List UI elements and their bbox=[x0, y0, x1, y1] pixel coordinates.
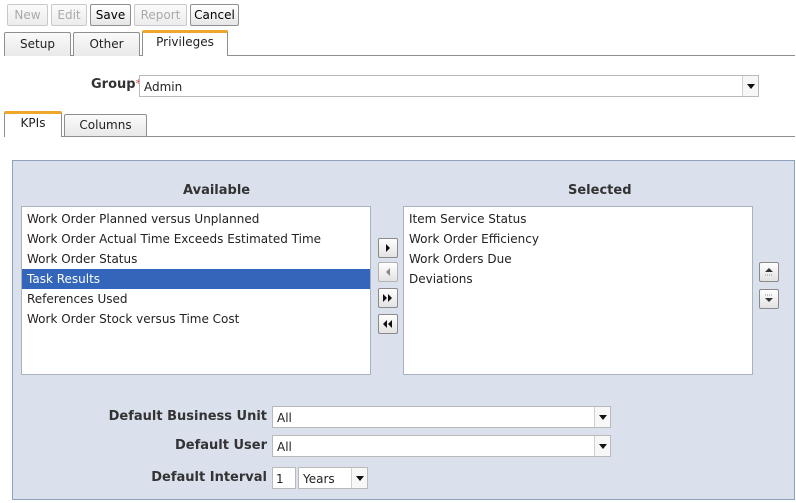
move-left-button[interactable] bbox=[378, 262, 398, 282]
chevron-down-icon[interactable] bbox=[742, 76, 758, 96]
save-button[interactable]: Save bbox=[90, 4, 131, 26]
list-item[interactable]: Item Service Status bbox=[404, 209, 752, 229]
group-select-value: Admin bbox=[144, 80, 183, 94]
interval-number-value: 1 bbox=[276, 472, 284, 486]
selected-title: Selected bbox=[568, 183, 632, 198]
edit-button[interactable]: Edit bbox=[51, 4, 87, 26]
tab-label: Privileges bbox=[156, 35, 214, 49]
list-item[interactable]: Work Order Efficiency bbox=[404, 229, 752, 249]
arrow-up-icon bbox=[765, 268, 773, 276]
new-button[interactable]: New bbox=[7, 4, 48, 26]
arrow-right-icon bbox=[386, 244, 390, 252]
interval-unit-select[interactable]: Years bbox=[298, 467, 368, 489]
default-user-select[interactable]: All bbox=[272, 435, 611, 457]
list-item[interactable]: Work Order Planned versus Unplanned bbox=[22, 209, 370, 229]
group-label: Group* bbox=[91, 77, 141, 92]
chevron-down-icon[interactable] bbox=[594, 436, 610, 456]
tab-label: KPIs bbox=[20, 116, 46, 130]
report-button[interactable]: Report bbox=[134, 4, 187, 26]
move-all-right-button[interactable] bbox=[378, 288, 398, 308]
list-item[interactable]: Work Order Status bbox=[22, 249, 370, 269]
list-item[interactable]: Work Orders Due bbox=[404, 249, 752, 269]
arrow-left-icon bbox=[386, 268, 390, 276]
select-value: All bbox=[277, 411, 292, 425]
default-user-label: Default User bbox=[174, 438, 267, 453]
tab-label: Columns bbox=[79, 118, 132, 132]
default-business-unit-select[interactable]: All bbox=[272, 406, 611, 428]
select-value: Years bbox=[303, 472, 335, 486]
list-item-selected[interactable]: Task Results bbox=[22, 269, 370, 289]
arrow-down-icon bbox=[765, 294, 773, 302]
list-item[interactable]: References Used bbox=[22, 289, 370, 309]
available-list[interactable]: Work Order Planned versus Unplanned Work… bbox=[21, 206, 371, 375]
chevron-down-icon[interactable] bbox=[351, 468, 367, 488]
available-title: Available bbox=[183, 183, 251, 198]
move-up-button[interactable] bbox=[759, 262, 779, 282]
list-item[interactable]: Work Order Stock versus Time Cost bbox=[22, 309, 370, 329]
default-interval-label: Default Interval bbox=[151, 470, 267, 485]
tab-label: Setup bbox=[20, 37, 55, 51]
list-item[interactable]: Deviations bbox=[404, 269, 752, 289]
cancel-button[interactable]: Cancel bbox=[190, 4, 239, 26]
default-business-unit-label: Default Business Unit bbox=[108, 409, 267, 424]
tab-other[interactable]: Other bbox=[73, 32, 140, 56]
tab-privileges[interactable]: Privileges bbox=[142, 30, 228, 56]
group-select[interactable]: Admin bbox=[139, 75, 759, 97]
list-item[interactable]: Work Order Actual Time Exceeds Estimated… bbox=[22, 229, 370, 249]
sub-tab-baseline bbox=[4, 136, 795, 137]
move-right-button[interactable] bbox=[378, 238, 398, 258]
move-all-left-button[interactable] bbox=[378, 314, 398, 334]
select-value: All bbox=[277, 440, 292, 454]
tab-columns[interactable]: Columns bbox=[64, 114, 147, 136]
selected-list[interactable]: Item Service Status Work Order Efficienc… bbox=[403, 206, 753, 375]
double-arrow-left-icon bbox=[383, 320, 392, 328]
move-down-button[interactable] bbox=[759, 289, 779, 309]
chevron-down-icon[interactable] bbox=[594, 407, 610, 427]
tab-label: Other bbox=[89, 37, 124, 51]
kpi-panel: Available Selected Work Order Planned ve… bbox=[12, 160, 795, 500]
interval-number-input[interactable]: 1 bbox=[272, 467, 296, 489]
double-arrow-right-icon bbox=[383, 294, 392, 302]
tab-setup[interactable]: Setup bbox=[4, 32, 71, 56]
tab-kpis[interactable]: KPIs bbox=[4, 111, 62, 137]
